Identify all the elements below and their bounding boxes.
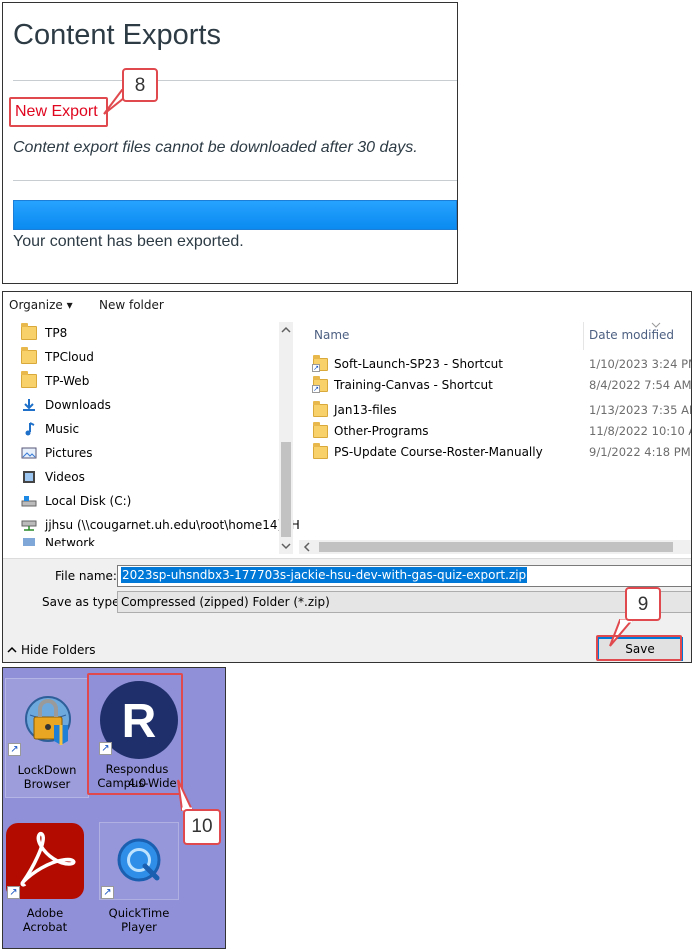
shortcut-arrow-icon: ↗ [8,743,21,756]
content-exports-panel: Content Exports New Export Content expor… [2,2,458,284]
list-item[interactable]: Other-Programs11/8/2022 10:10 AM [313,421,691,441]
quicktime-shortcut[interactable]: ↗ QuickTime Player [97,820,181,936]
network-icon [21,536,37,546]
folder-shortcut-icon: ↗ [312,375,328,393]
network-drive-icon [21,518,37,532]
export-progress-bar [13,200,457,230]
nav-item-tp8[interactable]: TP8 [21,322,67,344]
save-as-type-select[interactable]: Compressed (zipped) Folder (*.zip) [117,591,691,613]
music-icon [21,422,37,436]
divider [13,80,457,81]
list-item[interactable]: PS-Update Course-Roster-Manually 9/1/2022… [313,442,691,462]
nav-item-local-disk[interactable]: Local Disk (C:) [21,490,131,512]
chevron-down-icon[interactable] [279,540,293,552]
save-as-type-label: Save as type: [42,595,124,609]
save-highlight [596,635,682,661]
new-export-link[interactable]: New Export [9,97,108,127]
chevron-up-icon[interactable] [279,324,293,336]
nav-item-music[interactable]: Music [21,418,79,440]
folder-icon [313,400,328,417]
nav-item-network[interactable]: Network [21,536,95,546]
folder-icon [313,421,328,438]
file-list: Name Date modified ↗ Soft-Launch-SP23 - S… [299,322,691,554]
nav-scrollbar[interactable] [279,322,293,554]
file-list-scrollbar[interactable] [299,540,691,554]
list-item[interactable]: Jan13-files 1/13/2023 7:35 AM [313,400,691,420]
new-folder-button[interactable]: New folder [99,298,164,312]
file-scroll-thumb[interactable] [319,542,673,552]
file-name-input[interactable]: 2023sp-uhsndbx3-177703s-jackie-hsu-dev-w… [117,565,691,587]
list-item[interactable]: ↗ Training-Canvas - Shortcut 8/4/2022 7:54… [312,375,691,395]
column-header-date-modified[interactable]: Date modified [589,328,674,342]
file-name-label: File name: [55,569,117,583]
column-divider [583,322,584,350]
folder-icon [21,347,37,364]
shortcut-arrow-icon: ↗ [7,886,20,899]
lockdown-browser-shortcut[interactable]: ↗ LockDown Browser [5,678,89,798]
pictures-icon [21,446,37,460]
page-title: Content Exports [13,19,221,51]
folder-icon [313,442,328,459]
callout-10: 10 [183,809,221,845]
nav-item-pictures[interactable]: Pictures [21,442,93,464]
export-note: Content export files cannot be downloade… [13,139,418,156]
folder-icon [21,323,37,340]
export-status: Your content has been exported. [13,233,244,250]
lockdown-browser-icon [25,696,71,745]
hide-folders-button[interactable]: Hide Folders [7,643,96,657]
videos-icon [21,470,37,484]
chevron-up-icon [7,646,17,653]
downloads-icon [21,398,37,412]
column-header-name[interactable]: Name [314,328,349,342]
folder-icon [21,371,37,388]
divider [13,180,457,181]
drive-icon [21,494,37,508]
dialog-toolbar: Organize ▾ New folder [3,292,691,320]
sort-chevron-icon [651,322,661,328]
callout-9: 9 [625,587,661,621]
navigation-pane: TP8 TPCloud TP-Web Downloads Music Pictu… [3,322,300,552]
list-item[interactable]: ↗ Soft-Launch-SP23 - Shortcut 1/10/2023 3:… [312,354,691,374]
folder-shortcut-icon: ↗ [312,354,328,372]
nav-item-downloads[interactable]: Downloads [21,394,111,416]
callout-8: 8 [122,68,158,102]
nav-item-tp-web[interactable]: TP-Web [21,370,89,392]
nav-item-tpcloud[interactable]: TPCloud [21,346,94,368]
adobe-acrobat-shortcut[interactable]: ↗ Adobe Acrobat [3,820,87,936]
shortcut-arrow-icon: ↗ [101,886,114,899]
chevron-left-icon[interactable] [301,540,313,554]
nav-item-network-drive[interactable]: jjhsu (\\cougarnet.uh.edu\root\home14) (… [21,514,300,536]
respondus-highlight [87,673,183,795]
quicktime-icon [117,838,161,882]
dialog-footer: File name: 2023sp-uhsndbx3-177703s-jacki… [3,558,691,662]
nav-scroll-thumb[interactable] [281,442,291,537]
nav-item-videos[interactable]: Videos [21,466,85,488]
organize-button[interactable]: Organize ▾ [9,298,73,312]
save-as-dialog: Organize ▾ New folder TP8 TPCloud TP-Web… [2,291,692,663]
